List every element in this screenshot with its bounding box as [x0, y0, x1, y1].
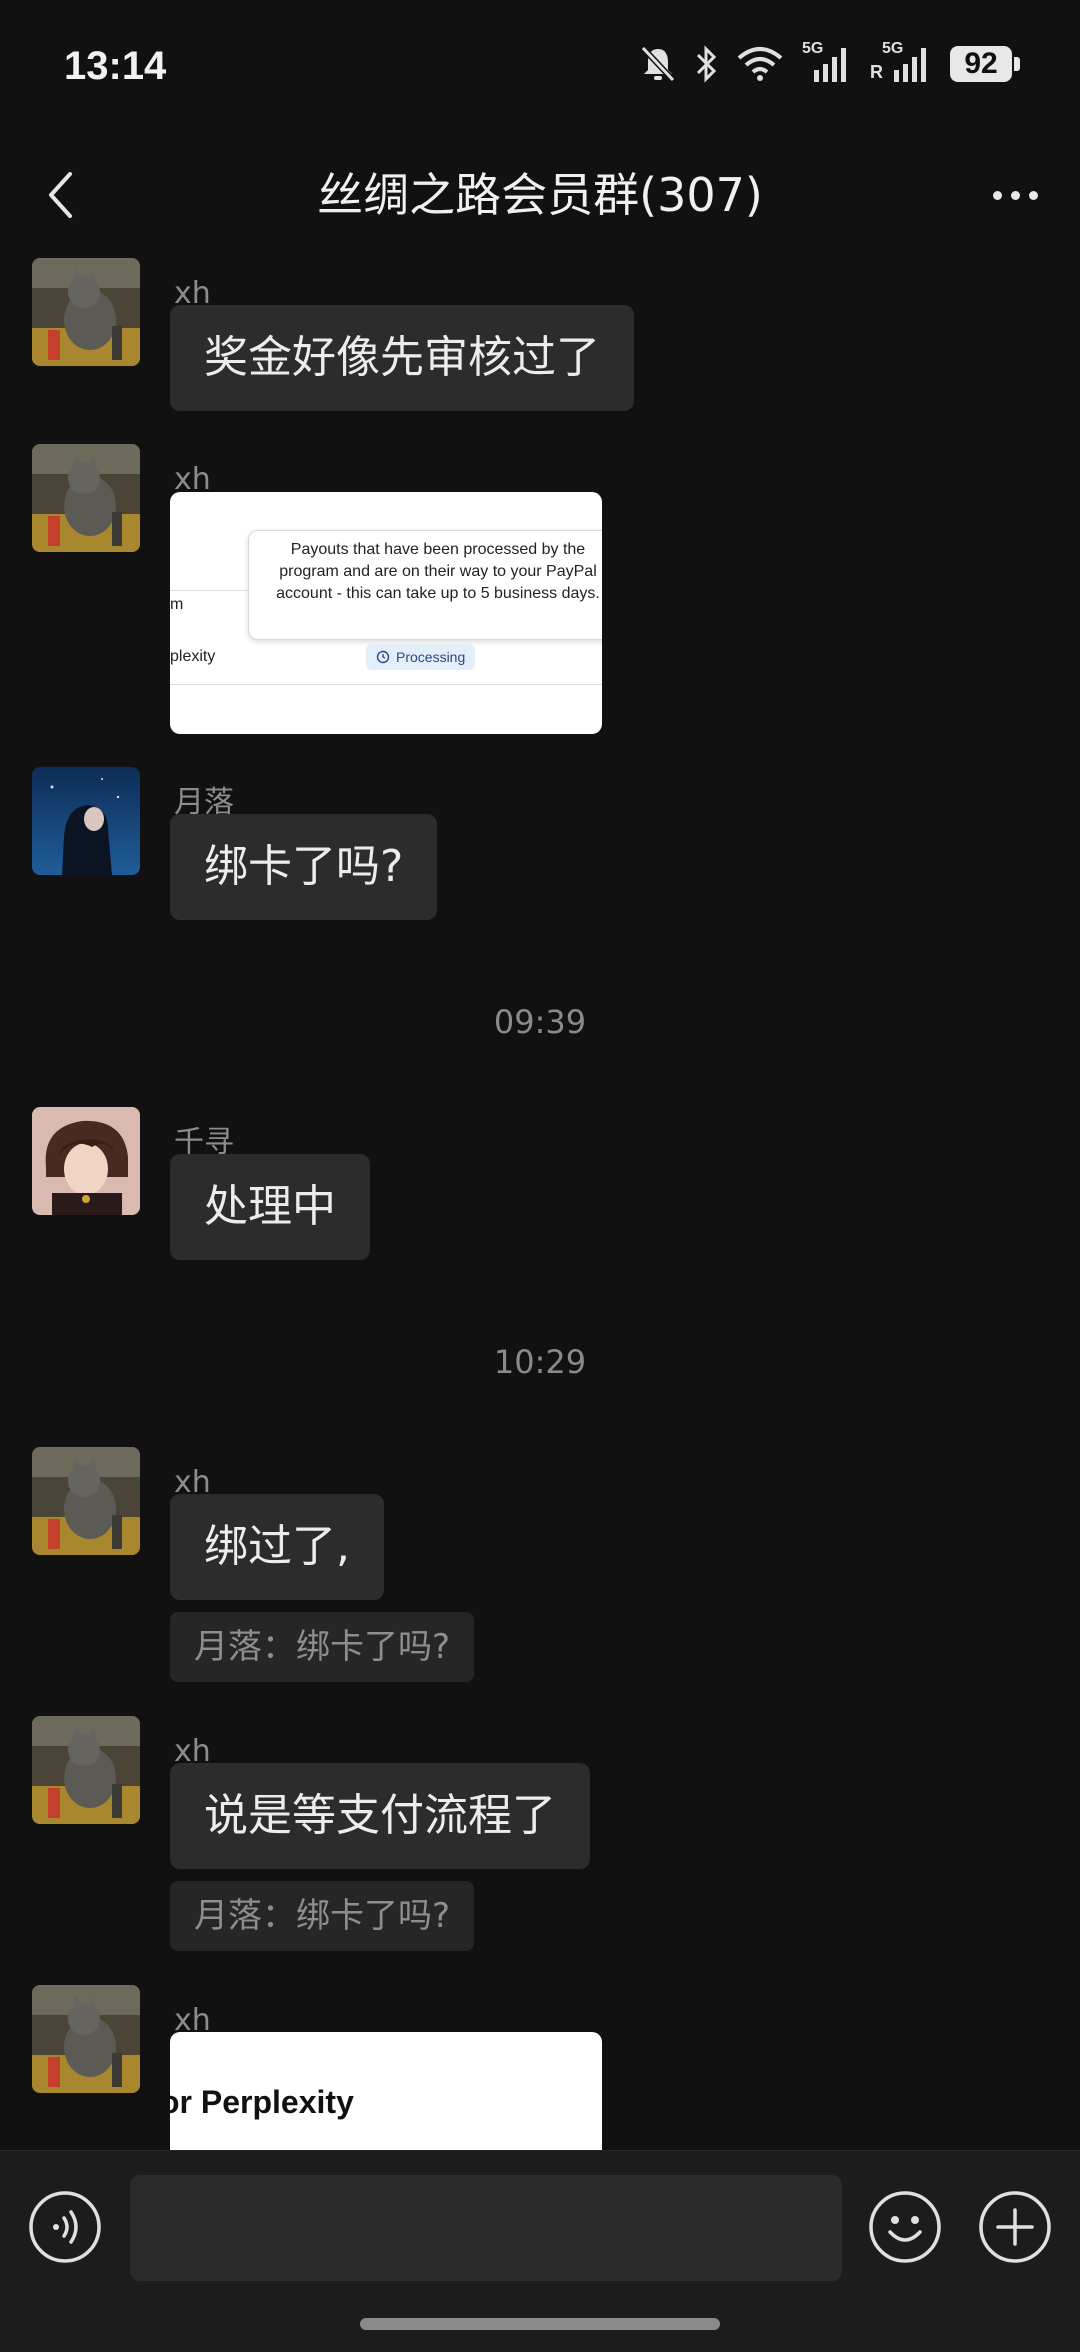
quoted-reply[interactable]: 月落：绑卡了吗? — [170, 1612, 475, 1682]
more-dot — [1028, 190, 1038, 200]
cat-avatar-icon — [32, 258, 140, 366]
more-dots-icon — [992, 190, 1002, 200]
cat-avatar-icon — [32, 1447, 140, 1555]
girl-avatar-icon — [32, 767, 140, 875]
avatar-cat[interactable] — [32, 1716, 140, 1824]
more-dot — [1010, 190, 1020, 200]
signal-2-icon: R 5G — [870, 40, 932, 84]
message-bubble[interactable]: 绑卡了吗? — [170, 814, 438, 920]
message-input[interactable] — [130, 2175, 842, 2281]
status-time: 13:14 — [64, 44, 167, 88]
avatar-cat[interactable] — [32, 1447, 140, 1555]
chat-title: 丝绸之路会员群(307) — [317, 168, 763, 222]
anime-boy-avatar-icon — [32, 1107, 140, 1215]
status-icons: 5G R 5G 92 — [640, 40, 1020, 84]
chat-header: 丝绸之路会员群(307) — [0, 140, 1080, 250]
avatar-cat[interactable] — [32, 1985, 140, 2093]
more-actions-button[interactable] — [978, 2190, 1052, 2264]
voice-icon — [29, 2191, 101, 2263]
timestamp: 09:39 — [493, 1003, 587, 1041]
bluetooth-icon — [696, 45, 717, 83]
battery-icon: 92 — [950, 46, 1020, 82]
battery-tip — [1014, 57, 1020, 71]
chat-screen: 13:14 5G R 5G 92 丝绸之路会员群(307) xh 奖金好像先审核… — [0, 0, 1080, 2352]
image-message[interactable]: or Perplexity — [170, 2032, 602, 2150]
wifi-icon — [737, 47, 783, 81]
avatar-girl[interactable] — [32, 767, 140, 875]
signal-1-icon: 5G — [802, 40, 852, 84]
image-message[interactable]: m plexity Payouts that have been process… — [170, 492, 602, 734]
image-row-label: plexity — [170, 648, 216, 665]
more-button[interactable] — [980, 160, 1050, 230]
message-bubble[interactable]: 处理中 — [170, 1154, 370, 1260]
clock-icon — [376, 650, 390, 664]
image-tooltip: Payouts that have been processed by the … — [248, 530, 602, 640]
voice-button[interactable] — [28, 2190, 102, 2264]
avatar-cat[interactable] — [32, 258, 140, 366]
cat-avatar-icon — [32, 444, 140, 552]
message-bubble[interactable]: 说是等支付流程了 — [170, 1763, 590, 1869]
cat-avatar-icon — [32, 1985, 140, 2093]
image-divider — [170, 684, 602, 685]
image-fragment-text: m — [170, 596, 184, 613]
processing-badge: Processing — [366, 644, 476, 670]
avatar-anime-boy[interactable] — [32, 1107, 140, 1215]
quoted-reply[interactable]: 月落：绑卡了吗? — [170, 1881, 475, 1951]
message-list[interactable]: xh 奖金好像先审核过了 xh m plexity Payouts that h… — [0, 250, 1080, 2150]
plus-icon — [979, 2191, 1051, 2263]
battery-level: 92 — [950, 46, 1012, 82]
avatar-cat[interactable] — [32, 444, 140, 552]
emoji-icon — [869, 2191, 941, 2263]
image-heading-text: or Perplexity — [170, 2084, 354, 2120]
mute-bell-icon — [640, 45, 676, 83]
message-bubble[interactable]: 奖金好像先审核过了 — [170, 305, 634, 411]
cat-avatar-icon — [32, 1716, 140, 1824]
processing-label: Processing — [396, 649, 466, 665]
emoji-button[interactable] — [868, 2190, 942, 2264]
status-bar: 13:14 5G R 5G 92 — [0, 0, 1080, 140]
message-bubble[interactable]: 绑过了, — [170, 1494, 384, 1600]
home-indicator[interactable] — [360, 2318, 720, 2330]
timestamp: 10:29 — [493, 1343, 587, 1381]
